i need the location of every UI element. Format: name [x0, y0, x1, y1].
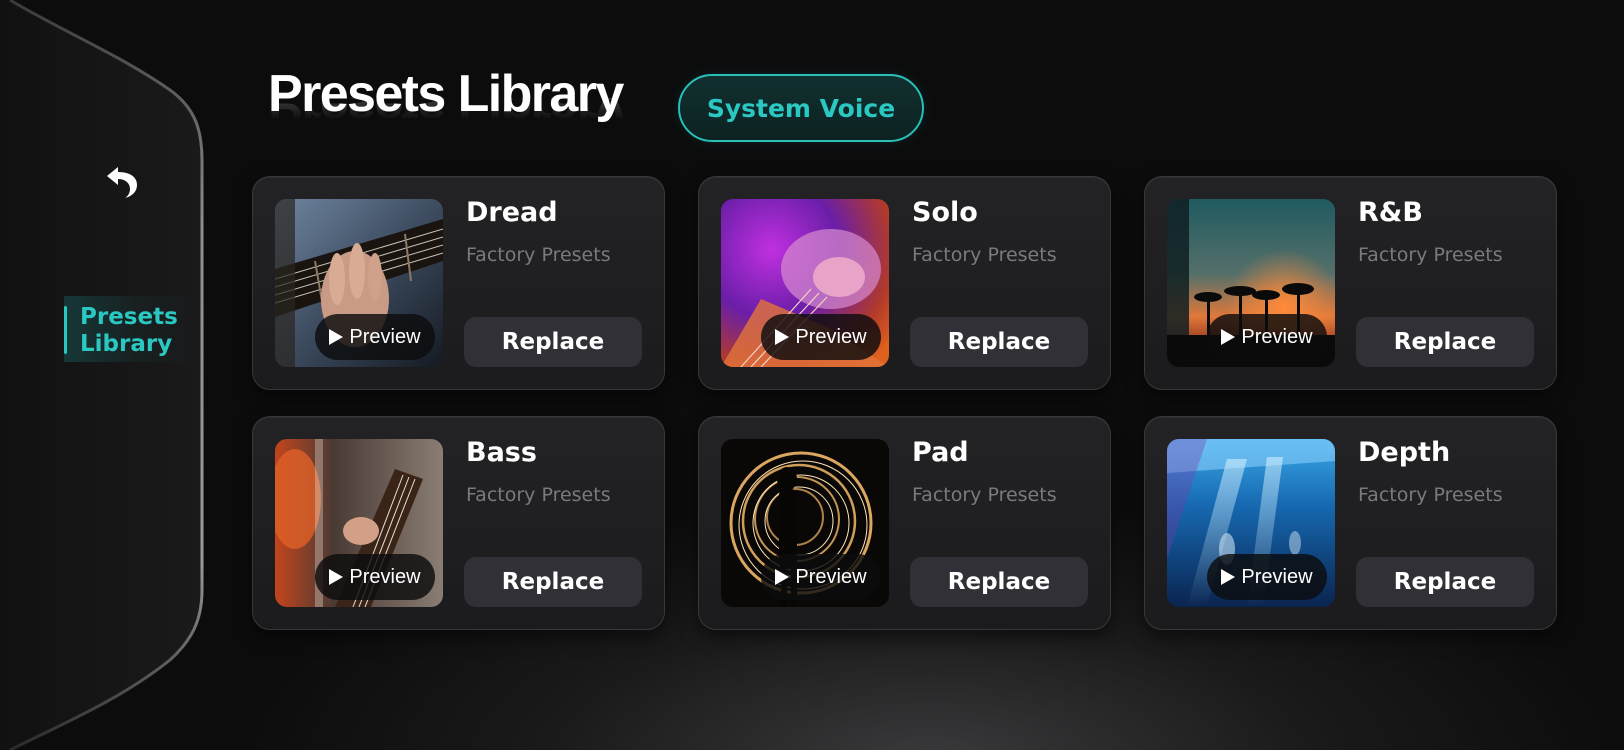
preview-label: Preview [1241, 325, 1313, 348]
replace-label: Replace [947, 329, 1051, 355]
preview-button[interactable]: Preview [1207, 554, 1327, 600]
replace-label: Replace [501, 569, 605, 595]
preset-thumbnail: Preview [721, 439, 889, 607]
preset-card-solo: Preview Solo Factory Presets Replace [698, 176, 1111, 390]
preset-subtitle: Factory Presets [1358, 244, 1503, 266]
preset-name: R&B [1358, 197, 1423, 228]
undo-arrow-icon [107, 167, 137, 198]
preview-label: Preview [795, 325, 867, 348]
play-icon [329, 329, 344, 345]
preset-card-depth: Preview Depth Factory Presets Replace [1144, 416, 1557, 630]
preset-thumbnail: Preview [1167, 439, 1335, 607]
preset-subtitle: Factory Presets [1358, 484, 1503, 506]
preset-card-pad: Preview Pad Factory Presets Replace [698, 416, 1111, 630]
replace-button[interactable]: Replace [1356, 317, 1534, 367]
replace-button[interactable]: Replace [910, 557, 1088, 607]
preview-button[interactable]: Preview [761, 554, 881, 600]
play-icon [329, 569, 344, 585]
preview-label: Preview [795, 565, 867, 588]
page-title-reflection: Presets Library [268, 98, 623, 137]
preview-button[interactable]: Preview [315, 554, 435, 600]
active-indicator [64, 306, 67, 354]
preview-button[interactable]: Preview [315, 314, 435, 360]
preview-button[interactable]: Preview [1207, 314, 1327, 360]
preview-button[interactable]: Preview [761, 314, 881, 360]
replace-label: Replace [1393, 329, 1497, 355]
system-voice-label: System Voice [706, 93, 896, 123]
presets-grid: Preview Dread Factory Presets Replace Pr… [252, 176, 1557, 632]
preset-thumbnail: Preview [275, 199, 443, 367]
preset-subtitle: Factory Presets [912, 244, 1057, 266]
play-icon [775, 329, 790, 345]
replace-label: Replace [1393, 569, 1497, 595]
replace-button[interactable]: Replace [1356, 557, 1534, 607]
preset-name: Dread [466, 197, 558, 228]
preset-card-dread: Preview Dread Factory Presets Replace [252, 176, 665, 390]
preset-thumbnail: Preview [721, 199, 889, 367]
preset-subtitle: Factory Presets [912, 484, 1057, 506]
play-icon [775, 569, 790, 585]
preset-card-bass: Preview Bass Factory Presets Replace [252, 416, 665, 630]
preset-name: Bass [466, 437, 537, 468]
play-icon [1221, 329, 1236, 345]
preset-thumbnail: Preview [275, 439, 443, 607]
replace-label: Replace [501, 329, 605, 355]
back-button[interactable] [102, 162, 142, 202]
preview-label: Preview [1241, 565, 1313, 588]
sidebar-panel [0, 0, 204, 750]
replace-button[interactable]: Replace [464, 317, 642, 367]
play-icon [1221, 569, 1236, 585]
sidebar-item-label: Presets Library [80, 304, 178, 357]
replace-label: Replace [947, 569, 1051, 595]
preset-name: Depth [1358, 437, 1451, 468]
preset-name: Solo [912, 197, 978, 228]
replace-button[interactable]: Replace [910, 317, 1088, 367]
preset-name: Pad [912, 437, 969, 468]
replace-button[interactable]: Replace [464, 557, 642, 607]
preset-subtitle: Factory Presets [466, 244, 611, 266]
sidebar-item-presets-library[interactable]: Presets Library [64, 296, 194, 362]
preview-label: Preview [349, 565, 421, 588]
preset-subtitle: Factory Presets [466, 484, 611, 506]
page-title-group: Presets Library Presets Library [268, 64, 624, 138]
preview-label: Preview [349, 325, 421, 348]
preset-card-rnb: Preview R&B Factory Presets Replace [1144, 176, 1557, 390]
preset-thumbnail: Preview [1167, 199, 1335, 367]
system-voice-button[interactable]: System Voice [678, 74, 924, 142]
